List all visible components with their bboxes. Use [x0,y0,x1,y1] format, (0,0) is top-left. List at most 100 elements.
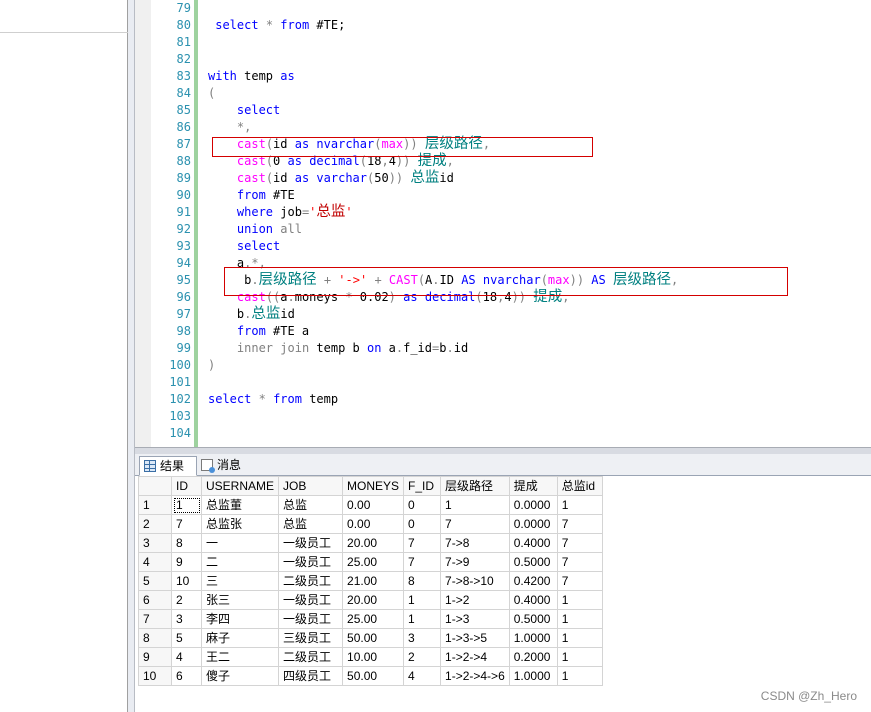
table-row[interactable]: 5 10 三二级员工 21.00 8 7->8->10 0.4200 7 [138,571,603,591]
code-line[interactable]: select * from temp [208,391,868,408]
table-cell[interactable]: 0.2000 [508,647,558,667]
code-line[interactable]: where job='总监' [208,204,868,221]
column-header[interactable]: ID [171,476,202,496]
table-cell[interactable]: 总监董 [200,495,280,515]
table-cell[interactable]: 7->8 [440,533,510,553]
table-cell[interactable]: 0.00 [342,495,405,515]
table-cell[interactable]: 7 [403,533,442,553]
table-cell[interactable]: 2 [171,590,202,610]
row-number[interactable]: 6 [138,590,172,610]
table-cell[interactable]: 1 [403,590,442,610]
table-cell[interactable]: 7 [403,552,442,572]
table-cell[interactable]: 5 [171,628,202,648]
table-cell[interactable]: 总监 [278,514,344,534]
table-cell[interactable]: 50.00 [342,666,405,686]
table-cell[interactable]: 王二 [200,647,280,667]
table-cell[interactable]: 0.4000 [508,590,558,610]
table-cell[interactable]: 10.00 [342,647,405,667]
table-cell[interactable]: 1 [556,647,603,667]
table-cell[interactable]: 三 [200,571,280,591]
row-number[interactable]: 3 [138,533,172,553]
row-number[interactable]: 5 [138,571,172,591]
table-cell[interactable]: 1 [556,495,603,515]
code-line[interactable] [208,51,868,68]
code-line[interactable]: select [208,238,868,255]
table-cell[interactable]: 二级员工 [278,571,344,591]
table-cell[interactable]: 1.0000 [508,666,558,686]
table-cell[interactable]: 6 [171,666,202,686]
column-header[interactable]: USERNAME [200,476,280,496]
table-cell[interactable]: 1 [403,609,442,629]
code-line[interactable] [208,34,868,51]
table-cell[interactable]: 1->2->4 [440,647,510,667]
tab-messages[interactable]: 消息 [197,456,251,476]
table-cell[interactable]: 4 [171,647,202,667]
table-cell[interactable]: 张三 [200,590,280,610]
table-cell[interactable]: 25.00 [342,552,405,572]
table-cell[interactable]: 总监 [278,495,344,515]
table-cell[interactable]: 7 [556,552,603,572]
table-cell[interactable]: 二级员工 [278,647,344,667]
table-cell[interactable]: 1 [556,666,603,686]
editor-results-splitter[interactable] [135,447,871,454]
table-cell[interactable]: 1->3->5 [440,628,510,648]
table-row[interactable]: 3 8 一一级员工 20.00 7 7->8 0.4000 7 [138,533,603,553]
code-line[interactable]: b.总监id [208,306,868,323]
table-cell[interactable]: 0.00 [342,514,405,534]
table-cell[interactable]: 一级员工 [278,609,344,629]
column-header[interactable]: 总监id [556,476,603,496]
code-line[interactable]: inner join temp b on a.f_id=b.id [208,340,868,357]
table-row[interactable]: 7 3 李四 一级员工 25.00 1 1->3 0.5000 1 [138,609,603,629]
code-line[interactable] [208,425,868,442]
row-number[interactable]: 10 [138,666,172,686]
code-line[interactable] [208,374,868,391]
table-cell[interactable]: 0.5000 [508,609,558,629]
table-cell[interactable]: 7->8->10 [440,571,510,591]
table-row[interactable]: 4 9 二一级员工 25.00 7 7->9 0.5000 7 [138,552,603,572]
table-cell[interactable]: 总监张 [200,514,280,534]
table-cell[interactable]: 三级员工 [278,628,344,648]
column-header[interactable]: JOB [278,476,344,496]
table-cell[interactable]: 20.00 [342,590,405,610]
row-number[interactable]: 7 [138,609,172,629]
table-cell[interactable]: 一级员工 [278,552,344,572]
table-cell[interactable]: 麻子 [200,628,280,648]
table-cell[interactable]: 0.4000 [508,533,558,553]
table-cell[interactable]: 李四 [200,609,280,629]
column-header[interactable]: 提成 [508,476,558,496]
table-cell[interactable]: 1->3 [440,609,510,629]
table-cell[interactable]: 1 [440,495,510,515]
row-number[interactable]: 8 [138,628,172,648]
table-cell[interactable]: 50.00 [342,628,405,648]
table-cell[interactable]: 0 [403,514,442,534]
table-cell[interactable]: 25.00 [342,609,405,629]
row-number[interactable]: 2 [138,514,172,534]
table-cell[interactable]: 7->9 [440,552,510,572]
code-line[interactable]: with temp as [208,68,868,85]
table-cell[interactable]: 一级员工 [278,590,344,610]
table-row[interactable]: 10 6 傻子 四级员工 50.00 4 1->2->4->6 1.0000 1 [138,666,603,686]
table-cell[interactable]: 0.5000 [508,552,558,572]
column-header[interactable]: MONEYS [342,476,405,496]
code-line[interactable]: cast(id as varchar(50)) 总监id [208,170,868,187]
table-cell[interactable]: 20.00 [342,533,405,553]
table-cell[interactable]: 21.00 [342,571,405,591]
table-cell[interactable]: 1 [556,609,603,629]
query-editor[interactable]: 79 80 81 82 83 84 85 86 87 88 89 90 91 9… [135,0,871,447]
table-row[interactable]: 8 5 麻子 三级员工 50.00 3 1->3->5 1.0000 1 [138,628,603,648]
table-cell[interactable]: 8 [171,533,202,553]
row-number[interactable]: 9 [138,647,172,667]
results-grid[interactable]: ID USERNAME JOB MONEYS F_ID 层级路径 提成 总监id… [138,476,603,686]
tab-results[interactable]: 结果 [139,456,197,476]
table-cell[interactable]: 1 [556,590,603,610]
table-cell[interactable]: 7 [171,514,202,534]
table-cell[interactable]: 0.0000 [508,514,558,534]
table-cell[interactable]: 8 [403,571,442,591]
table-cell[interactable]: 3 [171,609,202,629]
table-cell[interactable]: 4 [403,666,442,686]
table-cell[interactable]: 0 [403,495,442,515]
table-cell[interactable]: 7 [556,571,603,591]
column-header[interactable]: 层级路径 [440,476,510,496]
table-cell[interactable]: 7 [556,533,603,553]
code-line[interactable]: from #TE a [208,323,868,340]
